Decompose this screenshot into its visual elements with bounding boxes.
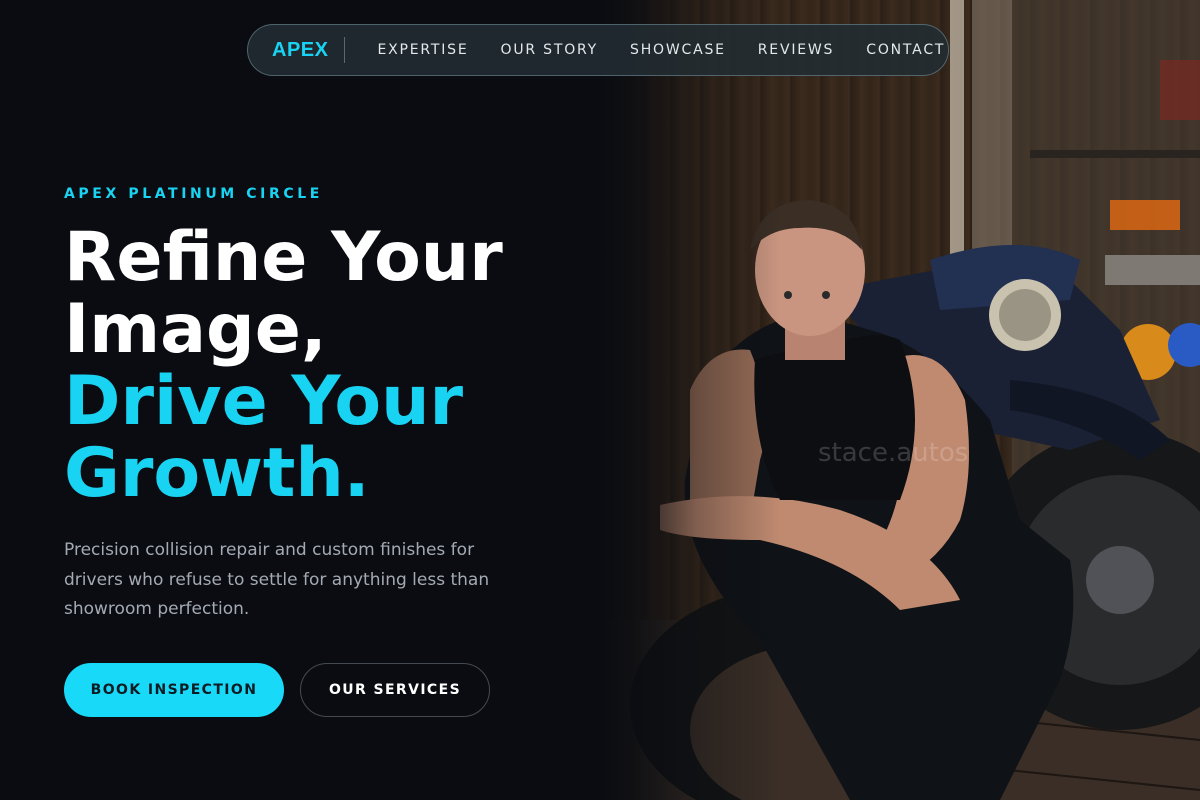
photo-watermark: stace.autos [818,438,969,468]
hero-photo: stace.autos [600,0,1200,800]
hero-headline: Refine Your Image, Drive Your Growth. [64,222,624,510]
headline-accent-line: Growth. [64,434,370,513]
nav-divider [344,37,346,63]
headline-line: Image, [64,290,327,369]
nav-item-expertise[interactable]: EXPERTISE [377,42,468,58]
photo-gradient-overlay [600,0,1200,800]
nav-item-reviews[interactable]: REVIEWS [758,42,834,58]
hero-eyebrow: APEX PLATINUM CIRCLE [64,186,323,202]
hero-page: stace.autos APEX EXPERTISE OUR STORY SHO… [0,0,1200,800]
book-inspection-button[interactable]: BOOK INSPECTION [64,663,284,717]
nav-item-our-story[interactable]: OUR STORY [501,42,599,58]
nav-item-contact[interactable]: CONTACT [866,42,945,58]
headline-accent-line: Drive Your [64,362,464,441]
brand-logo[interactable]: APEX [272,39,328,62]
nav-item-showcase[interactable]: SHOWCASE [630,42,726,58]
top-navigation: APEX EXPERTISE OUR STORY SHOWCASE REVIEW… [247,24,949,76]
our-services-button[interactable]: OUR SERVICES [300,663,490,717]
headline-line: Refine Your [64,218,503,297]
hero-description: Precision collision repair and custom fi… [64,540,490,619]
